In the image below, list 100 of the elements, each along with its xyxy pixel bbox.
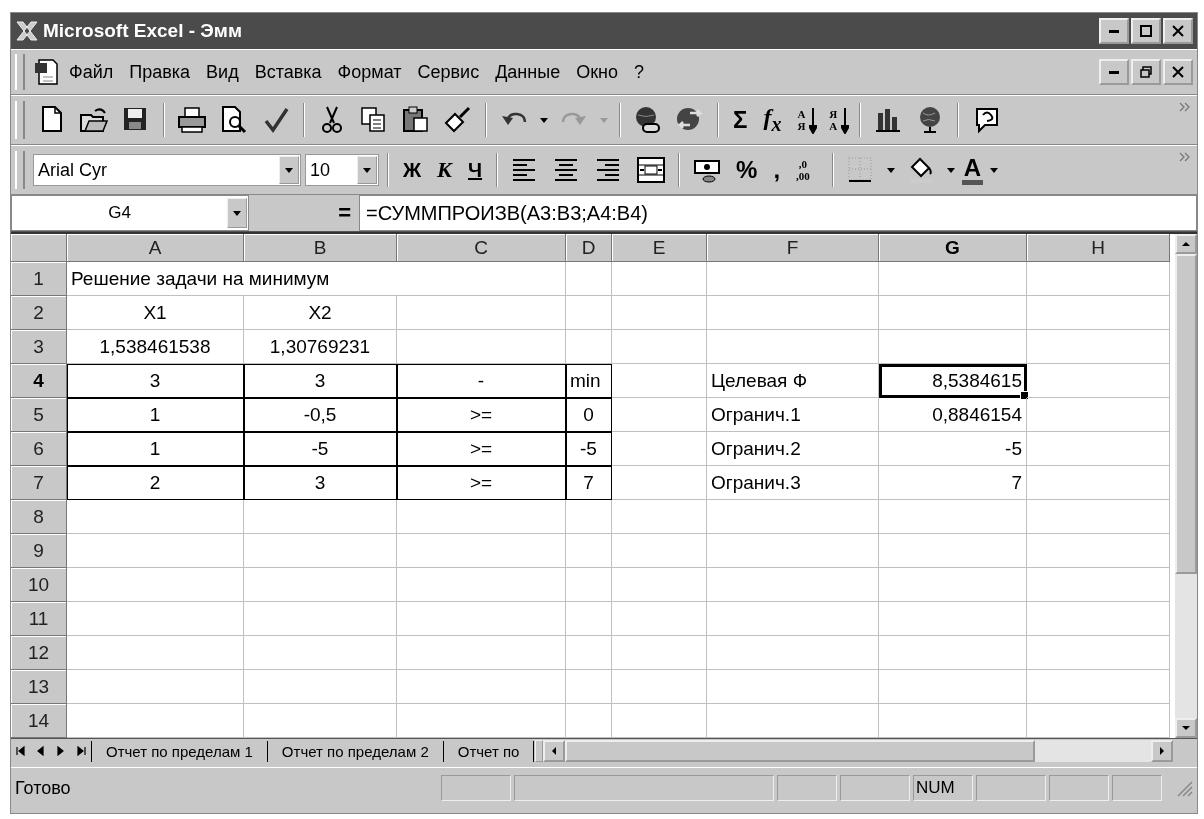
row-header[interactable]: 12 <box>11 636 67 670</box>
scroll-thumb[interactable] <box>1175 254 1197 574</box>
document-icon[interactable] <box>33 57 59 87</box>
vertical-scrollbar[interactable] <box>1175 234 1197 738</box>
merge-cells-icon[interactable] <box>636 155 667 185</box>
chevron-icon[interactable] <box>1179 152 1191 162</box>
font-size-dropdown[interactable]: 10 <box>305 154 379 186</box>
scroll-up-button[interactable] <box>1175 234 1197 254</box>
row-header[interactable]: 9 <box>11 534 67 568</box>
column-header[interactable]: E <box>612 234 707 262</box>
table-cell <box>566 670 612 704</box>
row-header[interactable]: 6 <box>11 432 67 466</box>
fill-handle[interactable] <box>1020 391 1029 400</box>
maximize-icon <box>1140 25 1152 37</box>
formula-field[interactable]: =СУММПРОИЗВ(A3:B3;A4:B4) <box>359 195 1197 231</box>
row-header[interactable]: 5 <box>11 398 67 432</box>
italic-button[interactable]: К <box>431 157 458 183</box>
row-header[interactable]: 4 <box>11 364 67 398</box>
table-cell: 3 <box>244 466 397 500</box>
column-header[interactable]: A <box>67 234 244 262</box>
column-header[interactable]: C <box>397 234 566 262</box>
menu-item[interactable]: Формат <box>331 59 408 85</box>
caret-icon[interactable] <box>885 166 896 174</box>
chevron-icon[interactable] <box>1179 102 1191 112</box>
column-header[interactable]: H <box>1027 234 1170 262</box>
scroll-left-button[interactable] <box>543 740 566 762</box>
menu-item[interactable]: Сервис <box>411 59 486 85</box>
close-button[interactable] <box>1163 18 1193 44</box>
preview-icon[interactable] <box>219 105 249 135</box>
toolbar-grip[interactable] <box>15 150 25 190</box>
brush-icon[interactable] <box>443 105 473 135</box>
maximize-button[interactable] <box>1131 18 1161 44</box>
table-cell: min <box>566 364 612 398</box>
sort-button[interactable]: А Я <box>791 108 820 132</box>
globe-link-icon[interactable] <box>633 105 663 135</box>
row-header[interactable]: 14 <box>11 704 67 738</box>
menu-item[interactable]: Данные <box>489 59 567 85</box>
down-arrow-icon <box>1181 725 1191 731</box>
tab-split-handle[interactable] <box>535 740 544 762</box>
bold-button[interactable]: Ж <box>397 158 428 182</box>
edit-formula-button[interactable]: = <box>330 200 359 226</box>
caret-icon[interactable] <box>945 166 956 174</box>
toolbar-button[interactable]: , <box>767 156 787 184</box>
restore-button[interactable] <box>1131 59 1161 85</box>
minimize-button[interactable] <box>1099 59 1129 85</box>
menu-item[interactable]: ? <box>628 59 651 85</box>
scroll-right-button[interactable] <box>1151 740 1173 762</box>
printer-icon[interactable] <box>177 105 207 135</box>
underline-button[interactable]: Ч <box>462 158 489 182</box>
table-cell: - <box>397 364 566 398</box>
menu-item[interactable]: Вид <box>200 59 245 85</box>
menu-item[interactable]: Окно <box>570 59 624 85</box>
row-header[interactable]: 1 <box>11 262 67 296</box>
minimize-icon <box>1109 70 1119 74</box>
table-cell: 7 <box>879 466 1027 500</box>
row-header[interactable]: 13 <box>11 670 67 704</box>
toolbar-grip[interactable] <box>15 100 25 140</box>
function-button[interactable]: f$_{x}$ <box>757 104 788 136</box>
column-header[interactable]: D <box>566 234 612 262</box>
dropdown-arrow-icon[interactable] <box>362 166 372 174</box>
horizontal-scrollbar[interactable] <box>543 740 1173 762</box>
font-dropdown[interactable]: Arial Cyr <box>33 154 301 186</box>
dropdown-arrow-icon[interactable] <box>284 166 294 174</box>
column-header[interactable]: B <box>244 234 397 262</box>
clipboard-icon[interactable] <box>401 105 431 135</box>
select-all-button[interactable] <box>11 234 67 262</box>
table-cell <box>566 704 612 738</box>
decimal-button[interactable]: ,0 ,00 <box>790 158 824 182</box>
resize-grip-icon[interactable] <box>1175 779 1193 797</box>
toolbar-button[interactable]: % <box>730 156 764 184</box>
row-header[interactable]: 8 <box>11 500 67 534</box>
name-box[interactable]: G4 <box>11 195 249 231</box>
column-header[interactable]: F <box>707 234 879 262</box>
caret-icon[interactable] <box>989 166 1000 174</box>
scroll-thumb[interactable] <box>565 740 1036 762</box>
table-cell: 0,8846154 <box>879 398 1027 432</box>
close-button[interactable] <box>1163 59 1193 85</box>
table-cell <box>566 262 612 296</box>
row-header[interactable]: 2 <box>11 296 67 330</box>
folder-icon[interactable] <box>79 105 109 135</box>
menu-item[interactable]: Вставка <box>248 59 328 85</box>
row-header[interactable]: 3 <box>11 330 67 364</box>
dropdown-arrow-icon[interactable] <box>232 209 242 217</box>
row-header[interactable]: 10 <box>11 568 67 602</box>
table-cell: 2 <box>67 466 244 500</box>
menu-item[interactable]: Файл <box>63 59 120 85</box>
caret-icon[interactable] <box>539 116 549 124</box>
minimize-button[interactable] <box>1099 18 1129 44</box>
scroll-down-button[interactable] <box>1175 718 1197 738</box>
menu-item[interactable]: Правка <box>123 59 197 85</box>
toolbar-button[interactable]: Σ <box>727 106 754 134</box>
row-header[interactable]: 11 <box>11 602 67 636</box>
row-header[interactable]: 7 <box>11 466 67 500</box>
table-cell: 0 <box>566 398 612 432</box>
close-icon <box>1172 25 1184 37</box>
column-header[interactable]: G <box>879 234 1027 262</box>
toolbar-grip[interactable] <box>15 54 25 90</box>
table-cell: X2 <box>244 296 397 330</box>
font-color-button[interactable]: A <box>961 155 984 185</box>
sort-button[interactable]: Я А <box>823 108 852 132</box>
